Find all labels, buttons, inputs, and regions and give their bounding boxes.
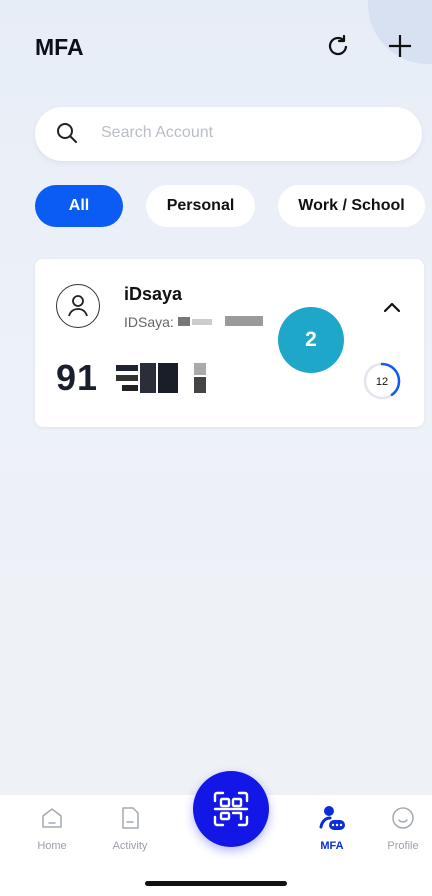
tab-home-label: Home xyxy=(37,840,67,852)
tab-profile[interactable]: Profile xyxy=(368,805,432,852)
account-card[interactable]: iDsaya IDSaya: 91 12 xyxy=(35,259,424,427)
otp-timer: 12 xyxy=(362,361,402,401)
home-indicator xyxy=(145,881,287,886)
refresh-button[interactable] xyxy=(318,26,358,66)
filter-personal-chip[interactable]: Personal xyxy=(146,185,255,227)
tab-home[interactable]: Home xyxy=(17,805,87,852)
home-icon xyxy=(42,808,62,828)
smile-icon xyxy=(392,807,414,829)
scan-qr-button[interactable] xyxy=(193,771,269,847)
document-icon xyxy=(122,807,139,829)
redaction-mask xyxy=(192,319,212,325)
top-bar: MFA xyxy=(0,0,432,90)
chevron-up-icon[interactable] xyxy=(381,299,403,315)
tab-mfa[interactable]: MFA xyxy=(297,805,367,852)
tab-activity[interactable]: Activity xyxy=(95,805,165,852)
account-username: IDSaya: xyxy=(124,314,174,330)
otp-code-redaction xyxy=(116,363,206,393)
tab-profile-label: Profile xyxy=(387,840,419,852)
plus-icon xyxy=(389,35,411,57)
mfa-user-icon xyxy=(319,806,345,830)
account-name: iDsaya xyxy=(124,284,183,304)
filter-all-chip[interactable]: All xyxy=(35,185,123,227)
user-icon xyxy=(68,295,88,317)
otp-code: 91 xyxy=(56,357,99,398)
timer-seconds: 12 xyxy=(376,376,388,388)
search-placeholder: Search Account xyxy=(101,124,214,141)
avatar xyxy=(56,284,100,328)
redaction-mask xyxy=(225,316,263,326)
tab-activity-label: Activity xyxy=(112,840,148,852)
page-title: MFA xyxy=(35,34,84,60)
step-badge: 2 xyxy=(278,307,344,373)
redaction-mask xyxy=(178,317,190,326)
search-icon xyxy=(57,123,77,143)
add-account-button[interactable] xyxy=(380,26,420,66)
search-input[interactable]: Search Account xyxy=(35,107,422,161)
qr-scan-icon xyxy=(213,791,249,827)
timer-ring: 12 xyxy=(363,362,401,400)
refresh-icon xyxy=(328,34,348,56)
tab-mfa-label: MFA xyxy=(320,840,344,852)
filter-work-school-chip[interactable]: Work / School xyxy=(278,185,425,227)
